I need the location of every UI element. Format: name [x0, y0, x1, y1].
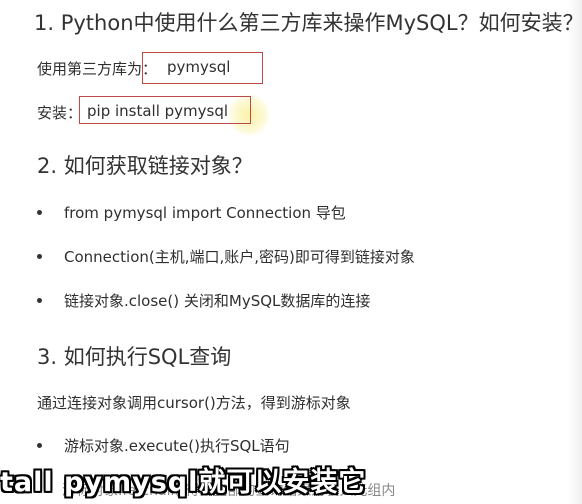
bullet-dot [37, 254, 42, 259]
bullet-execute: 游标对象.execute()执行SQL语句 [64, 437, 290, 455]
page-edge-shadow [568, 0, 582, 504]
section-2-title: 2. 如何获取链接对象？ [37, 154, 253, 178]
library-value: pymysql [167, 58, 231, 76]
bullet-close: 链接对象.close() 关闭和MySQL数据库的连接 [64, 292, 371, 310]
bullet-dot [37, 443, 42, 448]
bullet-import: from pymysql import Connection 导包 [64, 204, 346, 222]
install-label: 安装： [37, 104, 83, 122]
bullet-dot [37, 210, 42, 215]
section-1-title: 1. Python中使用什么第三方库来操作MySQL？如何安装？ [34, 11, 582, 35]
video-subtitle: tall pymysql就可以安装它 [0, 467, 367, 498]
library-label: 使用第三方库为： [37, 60, 158, 78]
install-command: pip install pymysql [87, 102, 229, 120]
bullet-connection: Connection(主机,端口,账户,密码)即可得到链接对象 [64, 248, 415, 266]
section-3-title: 3. 如何执行SQL查询 [37, 345, 232, 369]
cursor-intro: 通过连接对象调用cursor()方法，得到游标对象 [37, 394, 351, 412]
bullet-dot [37, 298, 42, 303]
